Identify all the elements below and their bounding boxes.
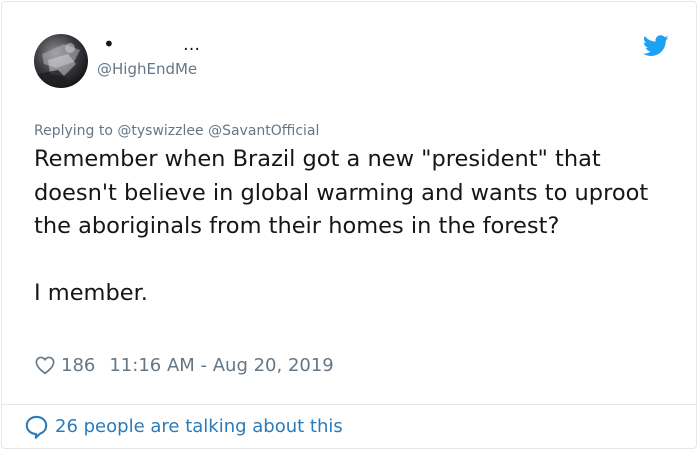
conversation-link[interactable]: 26 people are talking about this [24,414,343,439]
display-name-dot[interactable]: • [103,34,115,54]
tweet-card: • … @HighEndMe Replying to @tyswizzlee @… [1,1,697,449]
replying-to-prefix: Replying to [34,123,113,139]
mention-link-savantofficial[interactable]: @SavantOfficial [208,123,319,139]
twitter-bird-icon[interactable] [643,35,669,57]
user-handle[interactable]: @HighEndMe [97,60,197,78]
tweet-text: Remember when Brazil got a new "presiden… [34,146,649,306]
like-count[interactable]: 186 [61,355,95,376]
avatar[interactable] [34,34,88,88]
mention-link-tyswizzlee[interactable]: @tyswizzlee [117,123,203,139]
heart-icon[interactable] [34,354,56,376]
avatar-photo-icon [34,34,88,88]
speech-bubble-icon [25,415,48,439]
timestamp[interactable]: 11:16 AM - Aug 20, 2019 [109,355,333,376]
divider [2,404,696,405]
replying-to: Replying to @tyswizzlee @SavantOfficial [34,123,319,139]
tweet-meta: 186 11:16 AM - Aug 20, 2019 [34,352,334,378]
display-name-ellipsis[interactable]: … [183,35,200,55]
conversation-label[interactable]: 26 people are talking about this [55,416,343,437]
